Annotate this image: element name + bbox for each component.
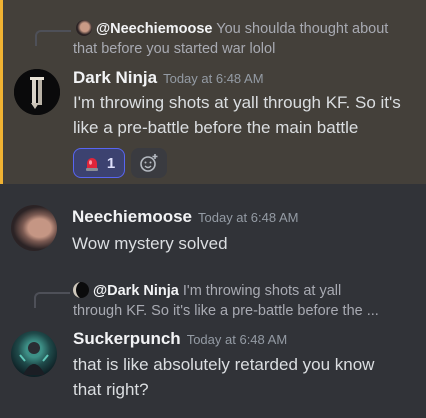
reply-author[interactable]: @Dark Ninja (93, 283, 179, 299)
message-suckerpunch[interactable]: @Dark Ninja I'm throwing shots at yall t… (0, 270, 426, 418)
reply-connector (34, 292, 70, 308)
reply-text-continued: that before you started war lolol (73, 41, 276, 57)
reply-avatar-dark-ninja (73, 282, 89, 298)
reply-connector (35, 30, 71, 46)
reply-text: I'm throwing shots at yall (182, 283, 342, 299)
message-text-line: like a pre-battle before the main battle (73, 118, 359, 137)
message-text-line: that is like absolutely retarded you kno… (73, 355, 375, 374)
timestamp: Today at 6:48 AM (198, 210, 299, 225)
avatar-suckerpunch[interactable] (11, 331, 57, 377)
ninja-avatar-icon (14, 69, 60, 115)
chat-message-list: @Neechiemoose You shoulda thought about … (0, 0, 426, 418)
timestamp: Today at 6:48 AM (186, 332, 288, 347)
reaction-siren[interactable]: 1 (73, 148, 125, 178)
username[interactable]: Suckerpunch (73, 329, 181, 348)
message-text-line: I'm throwing shots at yall through KF. S… (73, 93, 401, 112)
message-dark-ninja[interactable]: @Neechiemoose You shoulda thought about … (0, 0, 426, 184)
username[interactable]: Neechiemoose (72, 207, 192, 226)
username[interactable]: Dark Ninja (73, 68, 157, 87)
add-reaction-icon (140, 154, 158, 172)
avatar-neechiemoose[interactable] (11, 205, 57, 251)
character-avatar-icon (19, 342, 49, 375)
reply-text: You shoulda thought about (216, 21, 389, 37)
message-text-line: that right? (73, 380, 149, 399)
avatar-dark-ninja[interactable] (14, 69, 60, 115)
message-neechiemoose[interactable]: Neechiemoose Today at 6:48 AM Wow mystery… (0, 196, 426, 266)
reply-preview[interactable]: @Dark Ninja I'm throwing shots at yall (73, 281, 341, 301)
reply-preview[interactable]: @Neechiemoose You shoulda thought about (76, 19, 388, 39)
reply-author[interactable]: @Neechiemoose (96, 21, 213, 37)
message-text-line: Wow mystery solved (72, 234, 228, 253)
timestamp: Today at 6:48 AM (163, 71, 264, 86)
reaction-count: 1 (106, 154, 116, 172)
add-reaction-button[interactable] (131, 148, 167, 178)
siren-emoji-icon (85, 158, 98, 171)
reply-text-continued: through KF. So it's like a pre-battle be… (73, 303, 379, 319)
reply-avatar-neechiemoose (76, 20, 92, 36)
